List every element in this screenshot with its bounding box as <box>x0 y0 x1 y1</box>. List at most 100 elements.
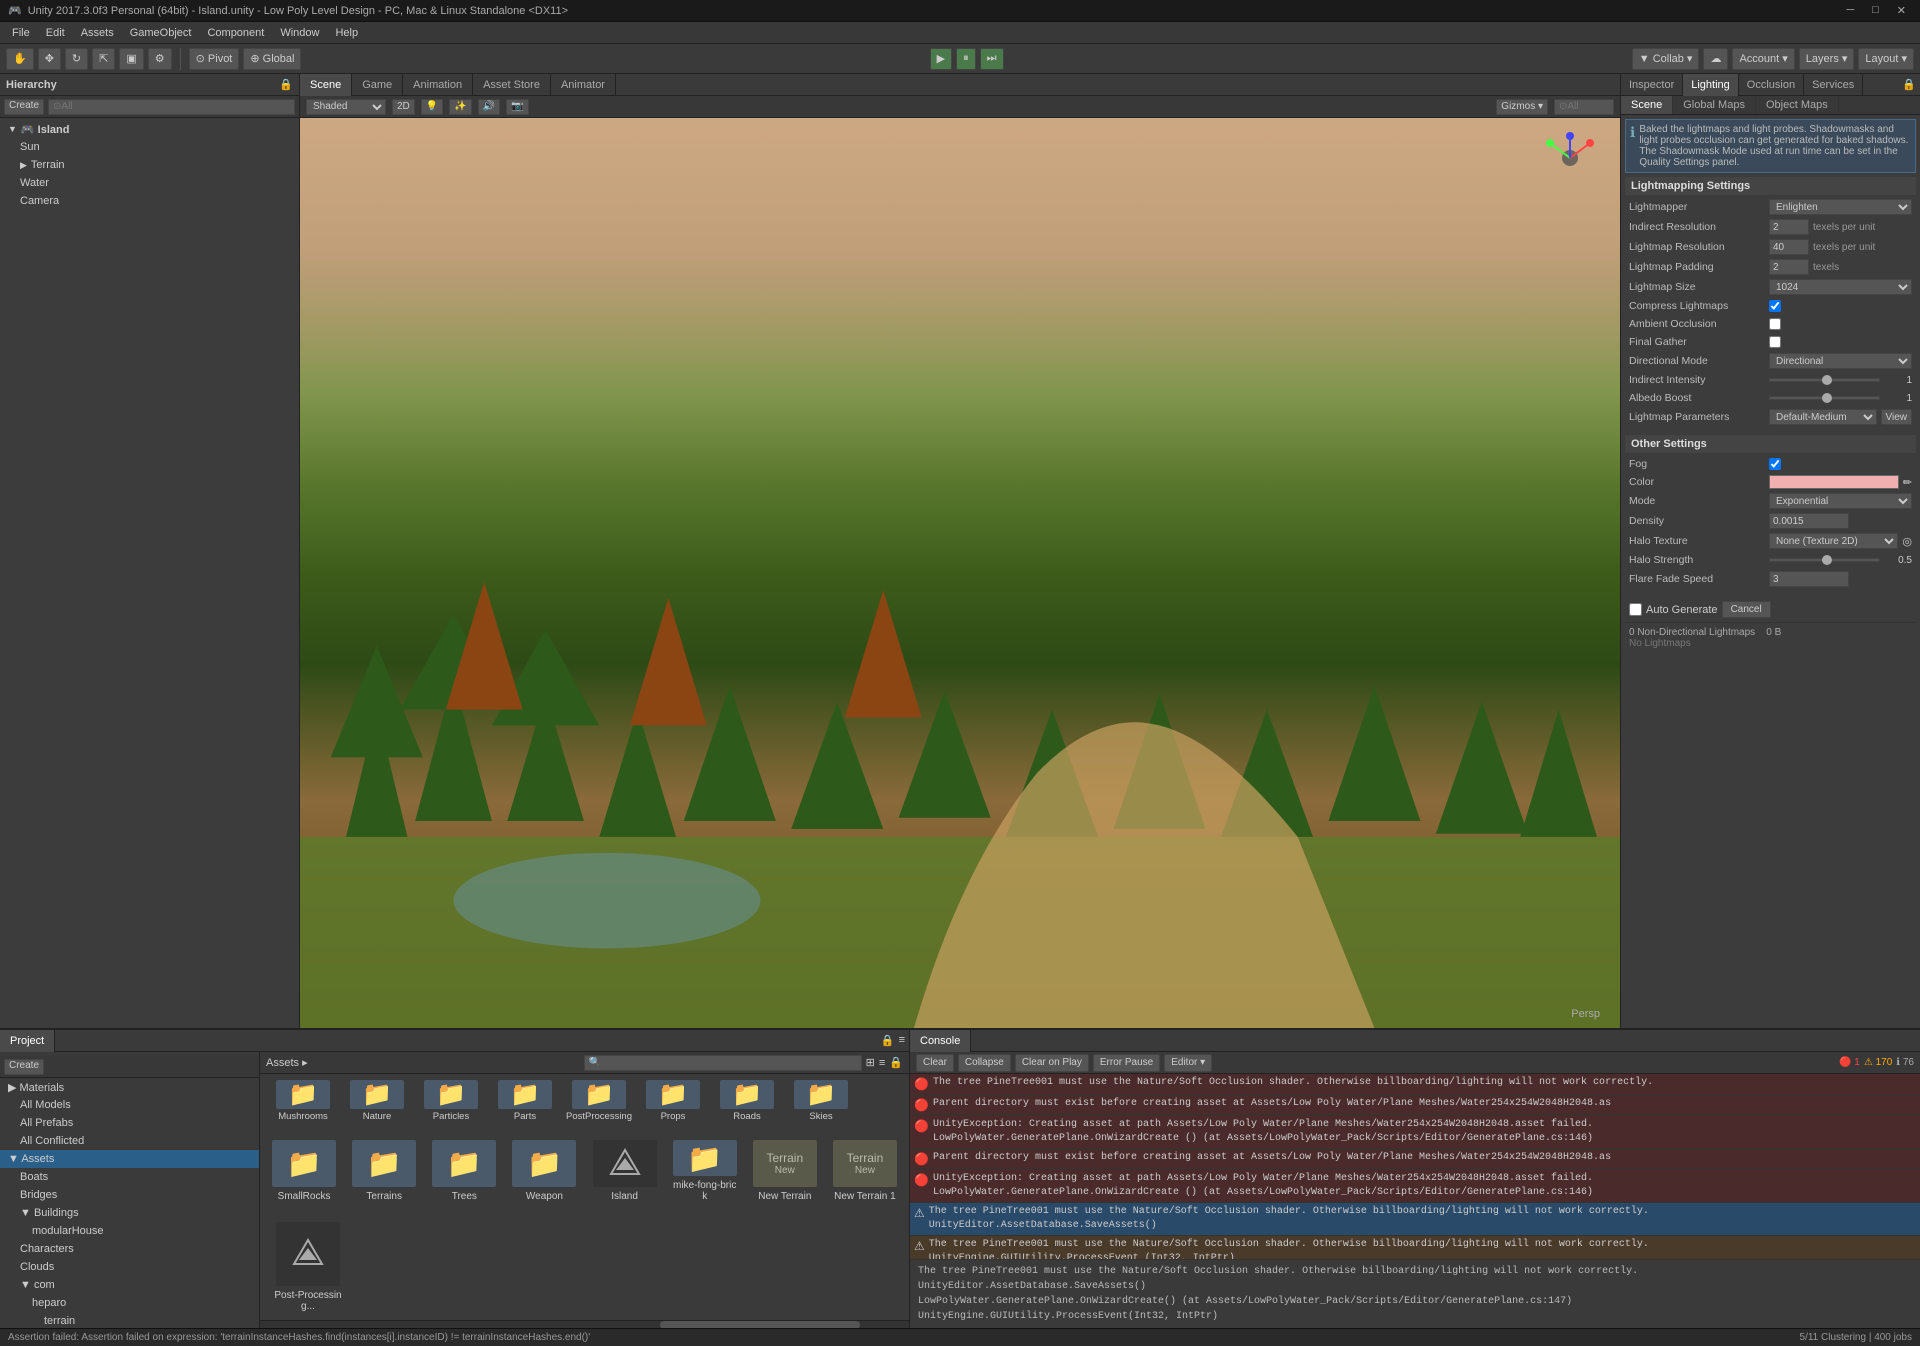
asset-postprocessing[interactable]: 📁 PostProcessing <box>564 1078 634 1124</box>
assets-list-btn[interactable]: ≡ <box>879 1057 885 1069</box>
asset-roads[interactable]: 📁 Roads <box>712 1078 782 1124</box>
tab-animator[interactable]: Animator <box>551 74 616 96</box>
menu-window[interactable]: Window <box>272 25 327 41</box>
console-clear-on-play-btn[interactable]: Clear on Play <box>1015 1054 1089 1072</box>
asset-parts[interactable]: 📁 Parts <box>490 1078 560 1124</box>
lightmap-params-select[interactable]: Default-Medium <box>1769 409 1877 425</box>
asset-terrains[interactable]: 📁 Terrains <box>348 1136 420 1206</box>
auto-generate-checkbox[interactable] <box>1629 603 1642 616</box>
indirect-intensity-track[interactable] <box>1769 378 1880 382</box>
lightmap-size-select[interactable]: 1024 512 2048 <box>1769 279 1912 295</box>
project-create-btn[interactable]: Create <box>4 1059 44 1075</box>
asset-trees[interactable]: 📁 Trees <box>428 1136 500 1206</box>
indirect-res-input[interactable] <box>1769 219 1809 235</box>
tree-bridges[interactable]: Bridges <box>0 1186 259 1204</box>
assets-scrollbar[interactable] <box>260 1320 909 1328</box>
audio-btn[interactable]: 🔊 <box>478 99 500 115</box>
asset-new-terrain[interactable]: Terrain New New Terrain <box>749 1136 821 1206</box>
tree-boats[interactable]: Boats <box>0 1168 259 1186</box>
tab-console[interactable]: Console <box>910 1030 971 1052</box>
subtab-scene[interactable]: Scene <box>1621 96 1673 114</box>
lightmap-params-view-btn[interactable]: View <box>1881 409 1913 425</box>
console-entry-2[interactable]: 🔴 UnityException: Creating asset at path… <box>910 1116 1920 1149</box>
console-entry-1[interactable]: 🔴 Parent directory must exist before cre… <box>910 1095 1920 1116</box>
assets-search[interactable] <box>584 1055 862 1071</box>
console-editor-btn[interactable]: Editor ▾ <box>1164 1054 1212 1072</box>
asset-props[interactable]: 📁 Props <box>638 1078 708 1124</box>
hierarchy-item-camera[interactable]: Camera <box>0 192 299 210</box>
asset-post-processing[interactable]: Post-Processing... <box>268 1218 348 1316</box>
2d-btn[interactable]: 2D <box>392 99 415 115</box>
other-settings-header[interactable]: Other Settings <box>1625 435 1916 453</box>
tree-all-prefabs[interactable]: All Prefabs <box>0 1114 259 1132</box>
tab-scene[interactable]: Scene <box>300 74 352 96</box>
fog-color-swatch[interactable] <box>1769 475 1899 489</box>
menu-edit[interactable]: Edit <box>38 25 73 41</box>
lights-btn[interactable]: 💡 <box>421 99 443 115</box>
hierarchy-item-terrain[interactable]: ▶Terrain <box>0 156 299 174</box>
hierarchy-search[interactable] <box>48 99 295 115</box>
play-btn[interactable]: ▶ <box>930 48 952 70</box>
pause-btn[interactable]: ⏸ <box>956 48 976 70</box>
tab-asset-store[interactable]: Asset Store <box>473 74 551 96</box>
cancel-btn[interactable]: Cancel <box>1722 601 1771 618</box>
toolbar-scale-btn[interactable]: ⇱ <box>92 48 115 70</box>
layout-btn[interactable]: Layout ▾ <box>1858 48 1914 70</box>
right-panel-lock[interactable]: 🔒 <box>1898 78 1920 91</box>
hierarchy-item-water[interactable]: Water <box>0 174 299 192</box>
pivot-btn[interactable]: ⊙ Pivot <box>189 48 240 70</box>
toolbar-custom-btn[interactable]: ⚙ <box>148 48 172 70</box>
tab-game[interactable]: Game <box>352 74 403 96</box>
cloud-btn[interactable]: ☁ <box>1703 48 1728 70</box>
halo-strength-track[interactable] <box>1769 558 1880 562</box>
asset-weapon[interactable]: 📁 Weapon <box>508 1136 580 1206</box>
minimize-btn[interactable]: ─ <box>1840 4 1860 17</box>
scene-filter[interactable] <box>1554 99 1614 115</box>
asset-nature[interactable]: 📁 Nature <box>342 1078 412 1124</box>
hierarchy-item-sun[interactable]: Sun <box>0 138 299 156</box>
fog-checkbox[interactable] <box>1769 458 1781 470</box>
tree-com[interactable]: ▼ com <box>0 1276 259 1294</box>
halo-texture-icon[interactable]: ◎ <box>1902 535 1912 548</box>
console-entry-6[interactable]: ⚠ The tree PineTree001 must use the Natu… <box>910 1236 1920 1259</box>
console-entry-5[interactable]: ⚠ The tree PineTree001 must use the Natu… <box>910 1203 1920 1236</box>
halo-strength-thumb[interactable] <box>1822 555 1832 565</box>
console-clear-btn[interactable]: Clear <box>916 1054 954 1072</box>
menu-file[interactable]: File <box>4 25 38 41</box>
tree-all-models[interactable]: All Models <box>0 1096 259 1114</box>
project-menu-icon[interactable]: ≡ <box>899 1034 905 1047</box>
hierarchy-lock-icon[interactable]: 🔒 <box>279 78 293 91</box>
tree-buildings[interactable]: ▼ Buildings <box>0 1204 259 1222</box>
fog-mode-select[interactable]: Exponential Exponential Squared Linear <box>1769 493 1912 509</box>
tab-inspector[interactable]: Inspector <box>1621 74 1683 96</box>
console-entry-0[interactable]: 🔴 The tree PineTree001 must use the Natu… <box>910 1074 1920 1095</box>
toolbar-rotate-btn[interactable]: ↻ <box>65 48 88 70</box>
layers-btn[interactable]: Layers ▾ <box>1799 48 1855 70</box>
tab-project[interactable]: Project <box>0 1030 55 1052</box>
step-btn[interactable]: ⏭ <box>980 48 1004 70</box>
lightmap-padding-input[interactable] <box>1769 259 1809 275</box>
tree-terrain[interactable]: terrain <box>0 1312 259 1328</box>
scene-camera-btn[interactable]: 📷 <box>506 99 528 115</box>
indirect-intensity-thumb[interactable] <box>1822 375 1832 385</box>
flare-fade-input[interactable] <box>1769 571 1849 587</box>
tab-services[interactable]: Services <box>1804 74 1863 96</box>
fx-btn[interactable]: ✨ <box>449 99 471 115</box>
maximize-btn[interactable]: □ <box>1866 4 1885 17</box>
toolbar-rect-btn[interactable]: ▣ <box>119 48 143 70</box>
tab-lighting[interactable]: Lighting <box>1683 74 1739 96</box>
lightmap-res-input[interactable] <box>1769 239 1809 255</box>
hierarchy-item-island[interactable]: ▼🎮 Island <box>0 120 299 138</box>
asset-smallrocks[interactable]: 📁 SmallRocks <box>268 1136 340 1206</box>
console-entry-3[interactable]: 🔴 Parent directory must exist before cre… <box>910 1149 1920 1170</box>
tree-materials[interactable]: ▶ Materials <box>0 1078 259 1096</box>
tree-clouds[interactable]: Clouds <box>0 1258 259 1276</box>
asset-island[interactable]: Island <box>589 1136 661 1206</box>
lightmapper-select[interactable]: Enlighten <box>1769 199 1912 215</box>
close-btn[interactable]: ✕ <box>1891 4 1912 17</box>
assets-icon-btn[interactable]: ⊞ <box>866 1056 875 1069</box>
toolbar-hand-btn[interactable]: ✋ <box>6 48 34 70</box>
global-btn[interactable]: ⊕ Global <box>243 48 301 70</box>
asset-skies[interactable]: 📁 Skies <box>786 1078 856 1124</box>
subtab-global-maps[interactable]: Global Maps <box>1673 96 1756 114</box>
